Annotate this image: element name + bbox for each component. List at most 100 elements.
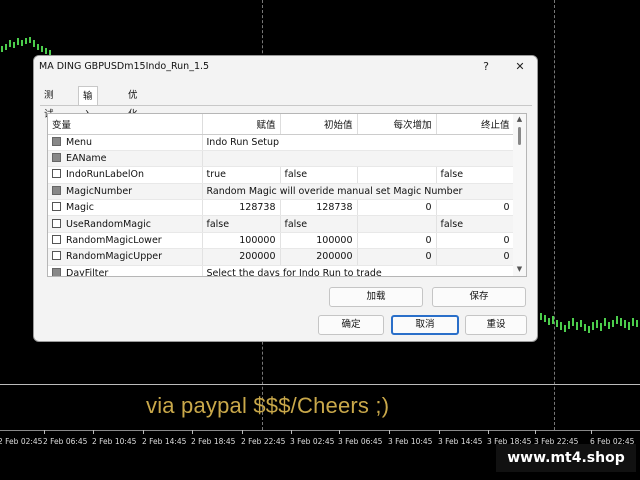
param-start-cell[interactable]: 128738 bbox=[280, 199, 358, 217]
param-start-cell[interactable]: false bbox=[280, 215, 358, 233]
dialog-titlebar[interactable]: MA DING GBPUSDm15Indo_Run_1.5 ? ✕ bbox=[34, 56, 537, 78]
time-tick-mark bbox=[192, 430, 193, 434]
table-row[interactable]: MagicNumber Random Magic will overide man… bbox=[48, 183, 515, 201]
table-row[interactable]: IndoRunLabelOn true false false bbox=[48, 166, 515, 184]
param-stop-cell[interactable]: 0 bbox=[436, 248, 515, 266]
tab-inputs[interactable]: 输入参数 bbox=[78, 86, 98, 159]
optimize-checkbox[interactable] bbox=[52, 136, 61, 146]
optimize-checkbox[interactable] bbox=[52, 169, 61, 179]
param-name-cell: MagicNumber bbox=[48, 183, 203, 201]
param-value-cell[interactable]: false bbox=[202, 215, 281, 233]
time-tick-mark bbox=[591, 430, 592, 434]
table-row[interactable]: Magic 128738 128738 0 0 bbox=[48, 199, 515, 217]
table-row[interactable]: EAName bbox=[48, 150, 515, 168]
optimize-checkbox[interactable] bbox=[52, 153, 61, 163]
table-row[interactable]: RandomMagicLower 100000 100000 0 0 bbox=[48, 232, 515, 250]
param-start-cell[interactable]: 100000 bbox=[280, 232, 358, 250]
help-button[interactable]: ? bbox=[478, 60, 494, 73]
promo-text: via paypal $$$/Cheers ;) bbox=[146, 393, 390, 418]
dialog-title: MA DING GBPUSDm15Indo_Run_1.5 bbox=[39, 61, 210, 72]
table-row[interactable]: DayFilter Select the days for Indo Run to… bbox=[48, 265, 515, 276]
time-tick-mark bbox=[143, 430, 144, 434]
table-row[interactable]: UseRandomMagic false false false bbox=[48, 215, 515, 233]
param-value-cell[interactable]: 100000 bbox=[202, 232, 281, 250]
time-tick-label: 2 Feb 22:45 bbox=[241, 437, 286, 446]
optimize-checkbox[interactable] bbox=[52, 251, 61, 261]
param-start-cell[interactable]: false bbox=[280, 166, 358, 184]
param-stop-cell[interactable]: false bbox=[436, 166, 515, 184]
cancel-button[interactable]: 取消 bbox=[391, 315, 459, 335]
time-tick-label: 2 Feb 14:45 bbox=[142, 437, 187, 446]
vertical-scrollbar[interactable]: ▲ ▼ bbox=[513, 114, 526, 276]
time-tick-mark bbox=[93, 430, 94, 434]
optimize-checkbox[interactable] bbox=[52, 267, 61, 276]
param-name-cell: EAName bbox=[48, 150, 203, 168]
tab-optimization[interactable]: 优化 bbox=[124, 86, 142, 120]
time-tick-label: 3 Feb 10:45 bbox=[388, 437, 433, 446]
param-value-cell[interactable]: true bbox=[202, 166, 281, 184]
param-step-cell[interactable] bbox=[357, 166, 437, 184]
param-stop-cell[interactable]: 0 bbox=[436, 199, 515, 217]
time-tick-mark bbox=[535, 430, 536, 434]
param-step-cell[interactable]: 0 bbox=[357, 199, 437, 217]
time-tick-label: 3 Feb 06:45 bbox=[338, 437, 383, 446]
param-name: UseRandomMagic bbox=[66, 218, 151, 230]
param-start-cell[interactable]: 200000 bbox=[280, 248, 358, 266]
param-stop-cell[interactable]: false bbox=[436, 215, 515, 233]
param-value-cell[interactable]: 128738 bbox=[202, 199, 281, 217]
table-header: 变量 赋值 初始值 每次增加 终止值 bbox=[48, 114, 515, 135]
column-header-step[interactable]: 每次增加 bbox=[357, 114, 437, 135]
param-step-cell[interactable]: 0 bbox=[357, 248, 437, 266]
reset-button[interactable]: 重设 bbox=[465, 315, 527, 335]
tab-testing[interactable]: 测试 bbox=[40, 86, 58, 120]
column-header-value[interactable]: 赋值 bbox=[202, 114, 281, 135]
load-button[interactable]: 加载 bbox=[329, 287, 423, 307]
column-header-variable[interactable]: 变量 bbox=[48, 114, 203, 135]
column-header-stop[interactable]: 终止值 bbox=[436, 114, 515, 135]
parameters-table: 变量 赋值 初始值 每次增加 终止值 Menu Indo Run Setup EAN… bbox=[48, 114, 515, 276]
param-name-cell: RandomMagicUpper bbox=[48, 248, 203, 266]
optimize-checkbox[interactable] bbox=[52, 185, 61, 195]
time-tick-label: 2 Feb 10:45 bbox=[92, 437, 137, 446]
param-name-cell: RandomMagicLower bbox=[48, 232, 203, 250]
save-button[interactable]: 保存 bbox=[432, 287, 526, 307]
scroll-down-icon[interactable]: ▼ bbox=[515, 265, 524, 273]
tab-divider bbox=[40, 105, 532, 106]
scroll-up-icon[interactable]: ▲ bbox=[515, 115, 524, 123]
time-tick-label: 3 Feb 14:45 bbox=[438, 437, 483, 446]
optimize-checkbox[interactable] bbox=[52, 218, 61, 228]
param-name-cell: Magic bbox=[48, 199, 203, 217]
watermark-label: www.mt4.shop bbox=[496, 444, 636, 472]
table-row[interactable]: RandomMagicUpper 200000 200000 0 0 bbox=[48, 248, 515, 266]
close-button[interactable]: ✕ bbox=[512, 60, 528, 73]
scroll-thumb[interactable] bbox=[518, 127, 521, 145]
time-tick-label: 2 Feb 18:45 bbox=[191, 437, 236, 446]
param-name-cell: DayFilter bbox=[48, 265, 203, 276]
time-tick-mark bbox=[389, 430, 390, 434]
time-tick-mark bbox=[439, 430, 440, 434]
param-name: IndoRunLabelOn bbox=[66, 169, 145, 181]
param-name: Menu bbox=[66, 136, 93, 148]
param-value-cell[interactable]: 200000 bbox=[202, 248, 281, 266]
param-name-cell: UseRandomMagic bbox=[48, 215, 203, 233]
param-value-cell[interactable]: Indo Run Setup bbox=[202, 134, 515, 151]
param-name-cell: Menu bbox=[48, 134, 203, 151]
param-value-cell[interactable]: Select the days for Indo Run to trade bbox=[202, 265, 515, 276]
optimize-checkbox[interactable] bbox=[52, 202, 61, 212]
param-value-cell[interactable] bbox=[202, 150, 515, 168]
optimize-checkbox[interactable] bbox=[52, 235, 61, 245]
table-row[interactable]: Menu Indo Run Setup bbox=[48, 134, 515, 151]
time-tick-label: 3 Feb 02:45 bbox=[290, 437, 335, 446]
param-step-cell[interactable]: 0 bbox=[357, 232, 437, 250]
param-stop-cell[interactable]: 0 bbox=[436, 232, 515, 250]
column-header-start[interactable]: 初始值 bbox=[280, 114, 358, 135]
param-value-cell[interactable]: Random Magic will overide manual set Mag… bbox=[202, 183, 515, 201]
time-tick-mark bbox=[488, 430, 489, 434]
param-name: RandomMagicUpper bbox=[66, 251, 163, 263]
time-tick-mark bbox=[44, 430, 45, 434]
param-name: RandomMagicLower bbox=[66, 235, 162, 247]
ea-properties-dialog: MA DING GBPUSDm15Indo_Run_1.5 ? ✕ 测试 输入参… bbox=[33, 55, 538, 342]
param-step-cell[interactable] bbox=[357, 215, 437, 233]
ok-button[interactable]: 确定 bbox=[318, 315, 384, 335]
time-tick-mark bbox=[242, 430, 243, 434]
